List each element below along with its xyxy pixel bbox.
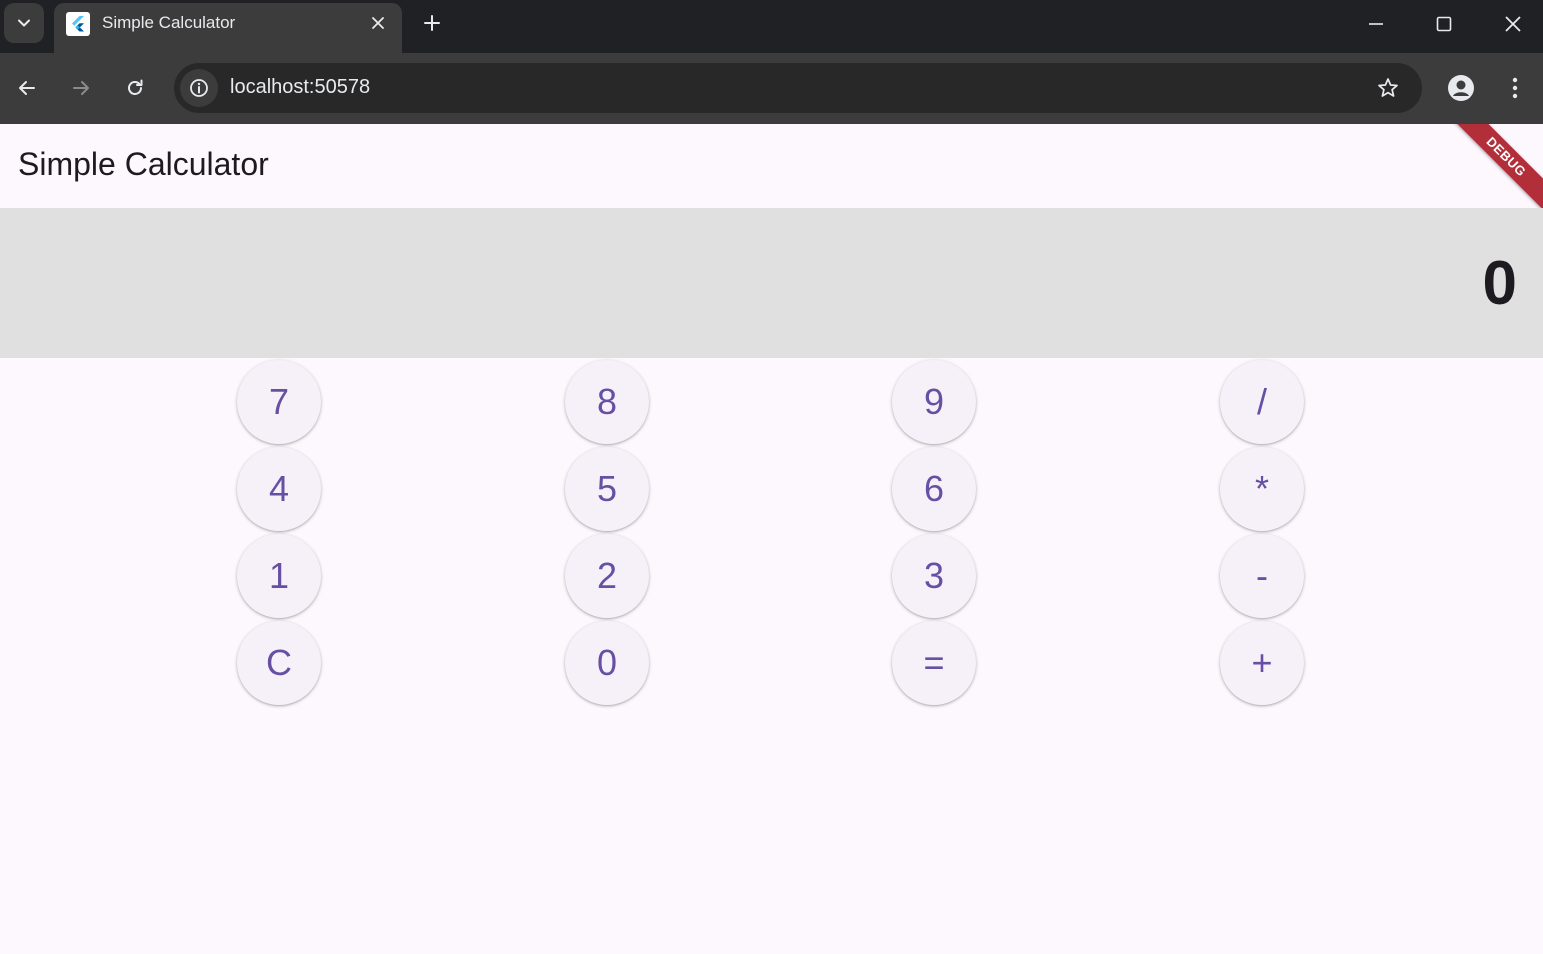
tab-close-button[interactable]: [368, 13, 388, 33]
key-9[interactable]: 9: [892, 360, 976, 444]
url-text[interactable]: localhost:50578: [230, 76, 370, 99]
plus-icon: [424, 15, 440, 31]
key-clear[interactable]: C: [237, 621, 321, 705]
person-icon: [1448, 75, 1474, 101]
site-info-button[interactable]: [180, 69, 218, 107]
close-icon: [372, 17, 384, 29]
close-icon: [1505, 16, 1521, 32]
key-subtract[interactable]: -: [1220, 534, 1304, 618]
key-multiply[interactable]: *: [1220, 447, 1304, 531]
display-value: 0: [1482, 249, 1517, 318]
key-6[interactable]: 6: [892, 447, 976, 531]
new-tab-button[interactable]: [418, 9, 446, 37]
minimize-window-button[interactable]: [1360, 8, 1392, 40]
key-0[interactable]: 0: [565, 621, 649, 705]
key-equals[interactable]: =: [892, 621, 976, 705]
reload-button[interactable]: [119, 72, 151, 104]
key-2[interactable]: 2: [565, 534, 649, 618]
key-8[interactable]: 8: [565, 360, 649, 444]
key-3[interactable]: 3: [892, 534, 976, 618]
bookmark-button[interactable]: [1374, 74, 1402, 102]
app-bar: Simple Calculator: [0, 124, 1543, 208]
maximize-window-button[interactable]: [1428, 8, 1460, 40]
keypad: 7 8 9 / 4 5 6 * 1 2 3 - C 0 = +: [0, 358, 1543, 708]
browser-toolbar: localhost:50578: [0, 53, 1543, 124]
key-5[interactable]: 5: [565, 447, 649, 531]
key-add[interactable]: +: [1220, 621, 1304, 705]
arrow-right-icon: [73, 81, 89, 95]
address-bar[interactable]: localhost:50578: [174, 63, 1422, 113]
key-4[interactable]: 4: [237, 447, 321, 531]
arrow-left-icon: [19, 81, 35, 95]
flutter-logo-icon: [66, 12, 90, 36]
key-1[interactable]: 1: [237, 534, 321, 618]
browser-menu-button[interactable]: [1500, 71, 1530, 105]
chevron-down-icon: [18, 19, 30, 27]
browser-tab-active[interactable]: Simple Calculator: [54, 3, 402, 53]
key-7[interactable]: 7: [237, 360, 321, 444]
back-button[interactable]: [11, 72, 43, 104]
forward-button[interactable]: [65, 72, 97, 104]
more-vertical-icon: [1512, 77, 1518, 99]
calculator-display: 0: [0, 208, 1543, 358]
app-title: Simple Calculator: [18, 146, 269, 182]
profile-button[interactable]: [1444, 71, 1478, 105]
browser-titlebar: Simple Calculator: [0, 0, 1543, 53]
info-icon: [190, 79, 208, 97]
key-divide[interactable]: /: [1220, 360, 1304, 444]
tab-title: Simple Calculator: [102, 13, 236, 32]
maximize-icon: [1436, 16, 1452, 32]
reload-icon: [128, 79, 143, 95]
minimize-icon: [1369, 23, 1383, 25]
calculator-app: Simple Calculator DEBUG 0 7 8 9 / 4 5 6 …: [0, 124, 1543, 954]
close-window-button[interactable]: [1497, 8, 1529, 40]
tab-search-button[interactable]: [4, 3, 44, 43]
star-icon: [1378, 78, 1398, 97]
